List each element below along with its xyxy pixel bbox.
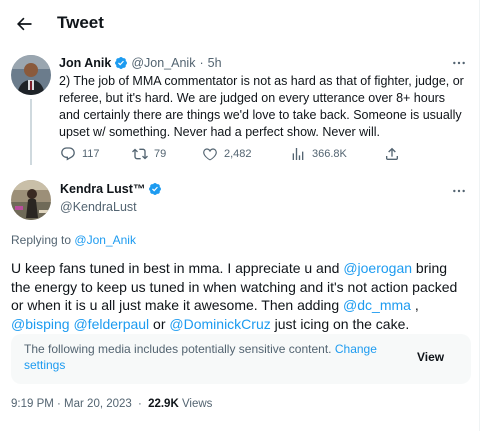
separator-dot: ·	[199, 56, 204, 70]
views-label: Views	[181, 398, 213, 410]
retweet-icon	[132, 148, 148, 160]
avatar[interactable]	[11, 180, 51, 220]
author-name[interactable]: Kendra Lust™	[60, 182, 145, 196]
thread-connector-line	[30, 99, 32, 165]
views-count: 22.9K	[148, 398, 179, 410]
sensitive-media-notice: The following media includes potentially…	[11, 334, 471, 384]
tweet-metadata: 9:19 PM · Mar 20, 2023 · 22.9K Views	[11, 398, 212, 410]
text-part: ,	[410, 297, 419, 314]
like-count: 2,482	[224, 148, 252, 160]
share-icon	[386, 147, 398, 160]
more-options-icon[interactable]	[450, 54, 468, 72]
retweet-count: 79	[154, 148, 167, 160]
replying-to: Replying to @Jon_Anik	[11, 233, 136, 247]
sensitive-notice-text: The following media includes potentially…	[24, 342, 384, 373]
verified-badge-icon	[114, 56, 128, 70]
back-arrow-icon[interactable]	[12, 12, 36, 36]
text-part: U keep fans tuned in best in mma. I appr…	[11, 260, 344, 276]
avatar[interactable]	[11, 55, 51, 95]
page-title: Tweet	[57, 13, 104, 32]
more-options-icon[interactable]	[450, 182, 468, 200]
retweet-button[interactable]: 79	[132, 144, 166, 164]
tweet-timestamp[interactable]: 9:19 PM · Mar 20, 2023	[11, 398, 132, 410]
view-media-button[interactable]: View	[417, 350, 444, 364]
mention-link[interactable]: @bisping	[11, 316, 70, 332]
author-handle[interactable]: @KendraLust	[60, 200, 137, 214]
mention-link[interactable]: @joerogan	[343, 260, 412, 276]
tweet-actions-bar: 117 79 2,482 366.8K	[56, 144, 416, 164]
share-button[interactable]	[384, 144, 400, 164]
mention-link[interactable]: @DominickCruz	[169, 316, 270, 332]
reply-button[interactable]: 117	[60, 144, 100, 164]
mention-link[interactable]: @dc_mma	[343, 297, 411, 313]
tweet-text: U keep fans tuned in best in mma. I appr…	[11, 259, 466, 333]
parent-tweet-header: Jon Anik @Jon_Anik · 5h	[59, 55, 222, 71]
tweet-time[interactable]: 5h	[208, 56, 222, 70]
replying-to-link[interactable]: @Jon_Anik	[74, 233, 136, 247]
sensitive-notice-message: The following media includes potentially…	[24, 342, 332, 356]
author-name[interactable]: Jon Anik	[59, 56, 111, 70]
like-button[interactable]: 2,482	[202, 144, 252, 164]
replying-to-label: Replying to	[11, 233, 72, 247]
separator-dot: ·	[138, 398, 142, 410]
reply-icon	[61, 147, 75, 161]
main-tweet: Kendra Lust™ @KendraLust Replying to @Jo…	[0, 170, 480, 431]
mention-link[interactable]: @felderpaul	[73, 316, 149, 332]
parent-tweet-text: 2) The job of MMA commentator is not as …	[59, 74, 464, 139]
main-author-row: Kendra Lust™	[60, 182, 165, 196]
reply-count: 117	[82, 148, 100, 160]
views-button[interactable]: 366.8K	[290, 144, 347, 164]
views-count: 366.8K	[312, 148, 347, 160]
analytics-icon	[292, 148, 304, 160]
parent-tweet[interactable]: Jon Anik @Jon_Anik · 5h 2) The job of MM…	[0, 48, 480, 170]
text-part: or	[149, 315, 170, 332]
author-handle[interactable]: @Jon_Anik	[131, 56, 195, 70]
heart-icon	[203, 148, 217, 161]
tweet-page: Tweet Jon Anik @Jon_Anik · 5h 2) The job…	[0, 0, 480, 431]
page-header: Tweet	[0, 0, 480, 48]
verified-badge-icon	[148, 182, 162, 196]
text-part: just icing on the cake.	[270, 315, 410, 332]
